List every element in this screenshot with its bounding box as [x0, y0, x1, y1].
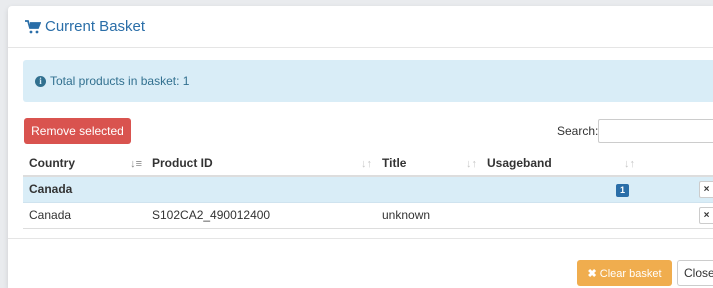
modal-title-text: Current Basket — [45, 18, 146, 35]
clear-basket-button[interactable]: ✖ Clear basket — [577, 260, 672, 286]
basket-table: Country ↓≡ Product ID ↓↑ Title ↓↑ Usageb… — [23, 151, 713, 229]
group-row[interactable]: Canada 1 × — [23, 176, 713, 203]
modal-title: Current Basket — [25, 18, 145, 35]
sort-asc-icon: ↓≡ — [130, 158, 142, 170]
remove-item-button[interactable]: × — [699, 206, 713, 224]
count-badge: 1 — [615, 183, 629, 197]
column-header-country[interactable]: Country ↓≡ — [23, 151, 146, 177]
sort-icon: ↓↑ — [361, 158, 372, 170]
search-input[interactable] — [598, 119, 713, 143]
cell-usageband — [481, 202, 639, 229]
sort-icon: ↓↑ — [466, 158, 477, 170]
table-row: Canada S102CA2_490012400 unknown × — [23, 202, 713, 229]
column-header-actions — [639, 151, 713, 177]
shopping-cart-icon — [25, 19, 41, 33]
basket-modal: Current Basket i Total products in baske… — [8, 6, 713, 288]
remove-selected-button[interactable]: Remove selected — [24, 118, 131, 144]
search-label: Search: — [557, 124, 599, 138]
table-header-row: Country ↓≡ Product ID ↓↑ Title ↓↑ Usageb… — [23, 151, 713, 177]
remove-group-button[interactable]: × — [699, 180, 713, 198]
info-icon: i — [35, 75, 46, 87]
cell-country: Canada — [23, 202, 146, 229]
info-alert: i Total products in basket: 1 — [23, 60, 713, 102]
column-header-usageband[interactable]: Usageband ↓↑ — [481, 151, 639, 177]
column-header-product-id[interactable]: Product ID ↓↑ — [146, 151, 376, 177]
group-name: Canada — [23, 176, 146, 203]
column-header-title[interactable]: Title ↓↑ — [376, 151, 481, 177]
close-button[interactable]: Close — [677, 260, 713, 286]
sort-icon: ↓↑ — [624, 158, 635, 170]
close-icon: ✖ — [587, 267, 597, 280]
modal-footer: ✖ Clear basket Close — [8, 238, 713, 288]
alert-text: Total products in basket: 1 — [50, 74, 190, 88]
cell-title: unknown — [376, 202, 481, 229]
cell-product-id: S102CA2_490012400 — [146, 202, 376, 229]
modal-header: Current Basket — [8, 6, 713, 48]
